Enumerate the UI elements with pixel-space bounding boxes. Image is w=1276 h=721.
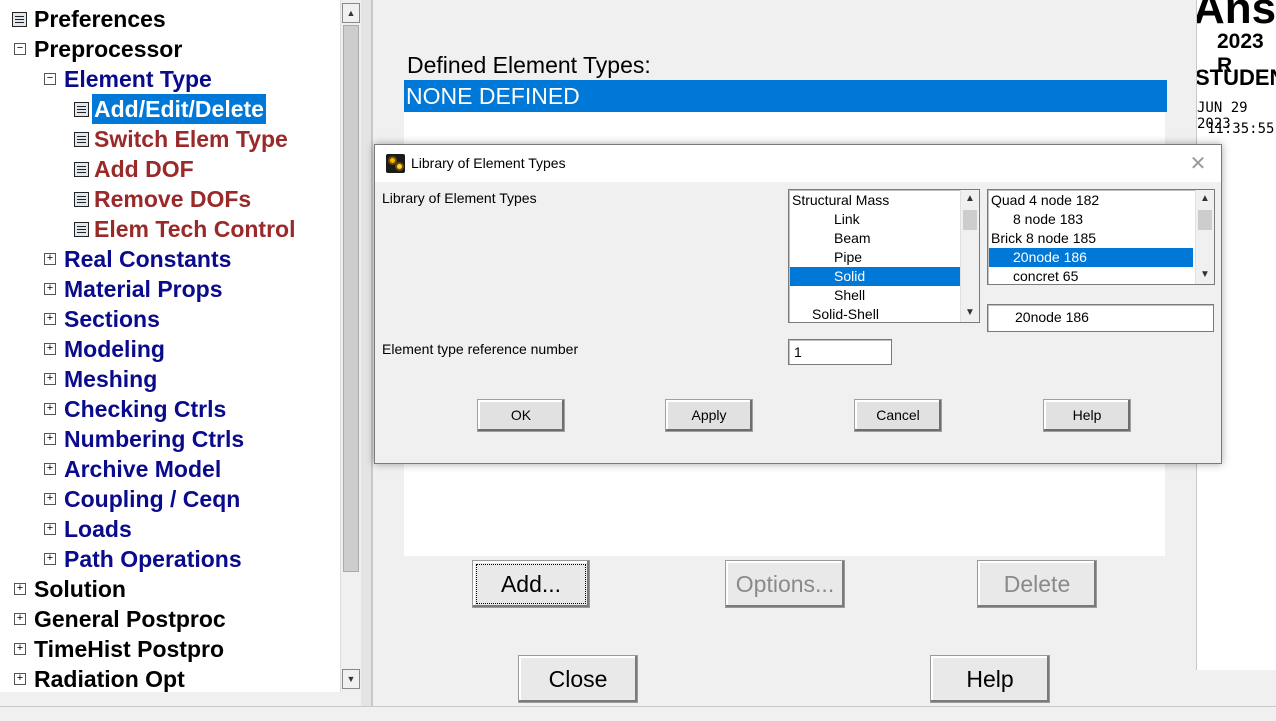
scroll-up-icon[interactable]: ▲ <box>1196 190 1214 208</box>
scroll-up-icon[interactable]: ▲ <box>342 3 360 23</box>
tree-item-label: Checking Ctrls <box>64 396 227 422</box>
list-item[interactable]: NONE DEFINED <box>404 80 1167 112</box>
apply-button[interactable]: Apply <box>665 399 753 432</box>
scroll-down-icon[interactable]: ▼ <box>961 304 979 322</box>
category-scrollbar[interactable]: ▲ ▼ <box>960 190 979 322</box>
dialog-titlebar[interactable]: Library of Element Types ✕ <box>375 145 1221 182</box>
tree-item-label: Modeling <box>64 336 165 362</box>
element-type-listbox[interactable]: Quad 4 node 182 8 node 183 Brick 8 node … <box>987 189 1215 285</box>
tree-item-label: Switch Elem Type <box>94 126 288 152</box>
tree-item-label: Meshing <box>64 366 158 392</box>
ansys-logo: Ansys <box>1196 0 1276 33</box>
expand-icon[interactable]: + <box>44 403 56 415</box>
expand-icon[interactable]: + <box>44 343 56 355</box>
scroll-down-icon[interactable]: ▼ <box>342 669 360 689</box>
list-item[interactable]: Solid <box>790 267 960 286</box>
tree-item-label: Material Props <box>64 276 223 302</box>
expand-icon[interactable]: + <box>44 373 56 385</box>
expand-icon[interactable]: + <box>44 553 56 565</box>
help-button[interactable]: Help <box>1043 399 1131 432</box>
list-item[interactable]: Beam <box>790 229 960 248</box>
scroll-thumb[interactable] <box>963 210 977 230</box>
list-item[interactable]: Structural Mass <box>790 191 960 210</box>
list-item[interactable]: Solid-Shell <box>790 305 960 322</box>
tree-item-label: Element Type <box>64 66 212 92</box>
ansys-gears-icon <box>386 154 405 173</box>
list-item[interactable]: Quad 4 node 182 <box>989 191 1193 210</box>
tree-scrollbar[interactable]: ▲ ▼ <box>340 0 361 692</box>
tree-item-label: TimeHist Postpro <box>34 636 224 662</box>
selected-element-field[interactable]: 20node 186 <box>987 304 1214 332</box>
tree-item-label: Real Constants <box>64 246 232 272</box>
defined-element-types-label: Defined Element Types: <box>407 52 651 78</box>
list-item[interactable]: 8 node 183 <box>989 210 1193 229</box>
list-item[interactable]: Shell <box>790 286 960 305</box>
list-item[interactable]: Brick 8 node 185 <box>989 229 1193 248</box>
delete-button[interactable]: Delete <box>977 560 1097 608</box>
list-item[interactable]: 20node 186 <box>989 248 1193 267</box>
category-listbox[interactable]: Structural Mass Link Beam Pipe Solid She… <box>788 189 980 323</box>
tree-item-label: Add/Edit/Delete <box>92 94 266 124</box>
ok-button[interactable]: OK <box>477 399 565 432</box>
tree-item-label: Preferences <box>34 6 166 32</box>
collapse-icon[interactable]: − <box>44 73 56 85</box>
form-icon <box>12 12 27 27</box>
ref-number-input[interactable]: 1 <box>788 339 892 365</box>
list-item[interactable]: concret 65 <box>989 267 1193 284</box>
close-button[interactable]: Close <box>518 655 638 703</box>
tree-item-label: Numbering Ctrls <box>64 426 245 452</box>
tree-item-label: Archive Model <box>64 456 222 482</box>
time-label: 11:35:55 <box>1207 121 1275 137</box>
expand-icon[interactable]: + <box>44 253 56 265</box>
edition-label: STUDENT <box>1196 65 1276 90</box>
expand-icon[interactable]: + <box>44 283 56 295</box>
form-icon <box>74 192 89 207</box>
ref-number-label: Element type reference number <box>382 341 579 357</box>
tree-item-label: Path Operations <box>64 546 242 572</box>
scroll-down-icon[interactable]: ▼ <box>1196 266 1214 284</box>
form-icon <box>74 132 89 147</box>
library-label: Library of Element Types <box>382 190 537 206</box>
close-icon[interactable]: ✕ <box>1187 153 1209 175</box>
tree-item-label: Sections <box>64 306 160 332</box>
tree-item-label: Elem Tech Control <box>94 216 296 242</box>
form-icon <box>74 102 89 117</box>
tree-item-label: Loads <box>64 516 132 542</box>
expand-icon[interactable]: + <box>14 583 26 595</box>
add-button[interactable]: Add... <box>472 560 590 608</box>
options-button[interactable]: Options... <box>725 560 845 608</box>
expand-icon[interactable]: + <box>14 613 26 625</box>
help-button[interactable]: Help <box>930 655 1050 703</box>
scroll-up-icon[interactable]: ▲ <box>961 190 979 208</box>
element-type-scrollbar[interactable]: ▲ ▼ <box>1195 190 1214 284</box>
cancel-button[interactable]: Cancel <box>854 399 942 432</box>
library-element-types-dialog: Library of Element Types ✕ Library of El… <box>374 144 1222 464</box>
list-item[interactable]: Link <box>790 210 960 229</box>
tree-item-label: Add DOF <box>94 156 194 182</box>
tree-item-label: General Postproc <box>34 606 226 632</box>
expand-icon[interactable]: + <box>44 433 56 445</box>
expand-icon[interactable]: + <box>44 523 56 535</box>
collapse-icon[interactable]: − <box>14 43 26 55</box>
panel-splitter[interactable] <box>361 0 373 720</box>
expand-icon[interactable]: + <box>44 313 56 325</box>
dialog-title: Library of Element Types <box>411 155 566 171</box>
tree-item-label: Remove DOFs <box>94 186 252 212</box>
expand-icon[interactable]: + <box>14 673 26 685</box>
main-menu-tree: Preferences − Preprocessor − Element Typ… <box>0 0 340 692</box>
tree-item-label: Preprocessor <box>34 36 183 62</box>
form-icon <box>74 222 89 237</box>
form-icon <box>74 162 89 177</box>
status-bar <box>0 706 1276 721</box>
scroll-thumb[interactable] <box>343 25 359 572</box>
tree-item-label: Radiation Opt <box>34 666 185 692</box>
tree-item-label: Coupling / Ceqn <box>64 486 241 512</box>
tree-item-label: Solution <box>34 576 126 602</box>
list-item[interactable]: Pipe <box>790 248 960 267</box>
scroll-thumb[interactable] <box>1198 210 1212 230</box>
expand-icon[interactable]: + <box>44 493 56 505</box>
expand-icon[interactable]: + <box>14 643 26 655</box>
expand-icon[interactable]: + <box>44 463 56 475</box>
